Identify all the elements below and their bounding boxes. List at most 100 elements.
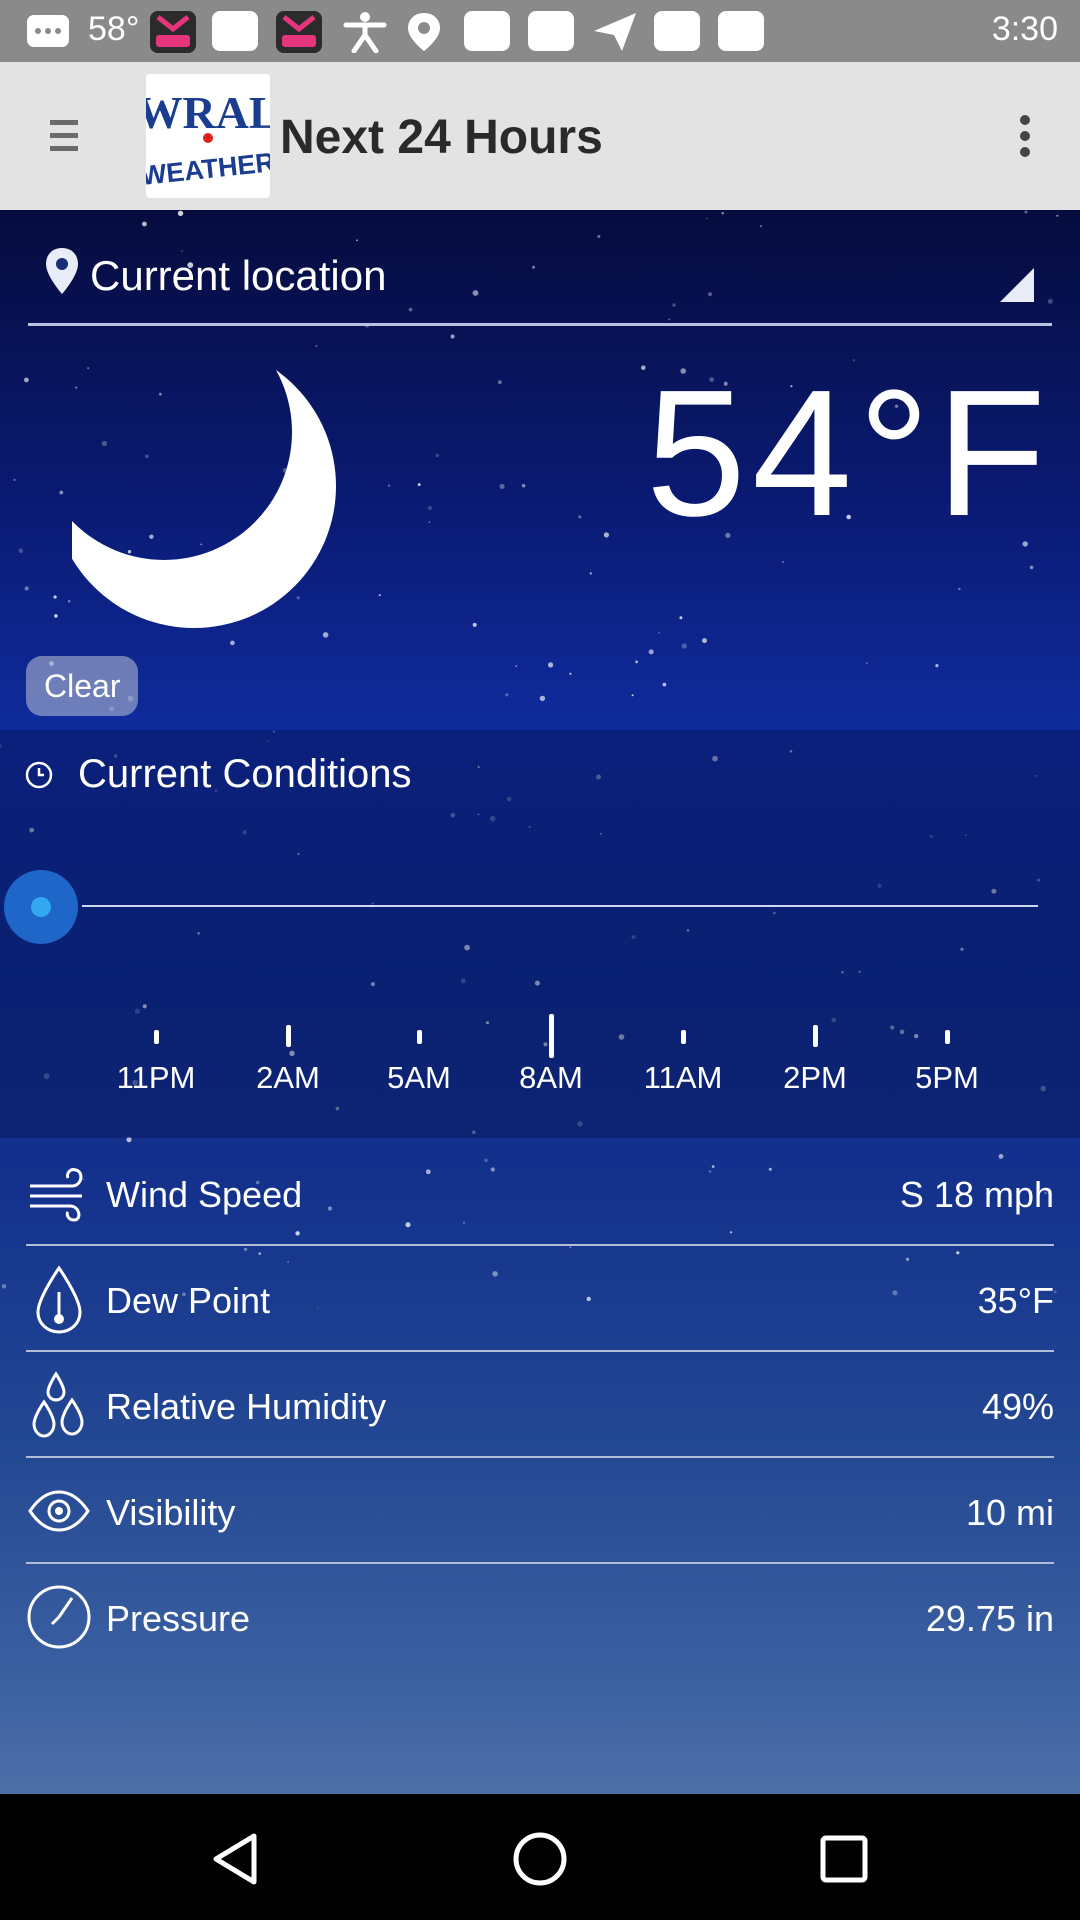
star <box>450 334 455 339</box>
star <box>958 587 961 591</box>
timeline-tick <box>813 1025 818 1047</box>
star <box>24 586 29 591</box>
star <box>417 483 421 487</box>
menu-button[interactable] <box>30 106 100 166</box>
notification-icon <box>26 14 70 48</box>
more-vert-icon <box>1020 115 1030 157</box>
wind-speed-value: S 18 mph <box>899 1174 1054 1215</box>
star <box>1056 214 1059 217</box>
back-button[interactable] <box>202 1824 272 1894</box>
star <box>521 484 526 488</box>
timeline-label[interactable]: 2AM <box>228 1060 348 1096</box>
star <box>13 478 16 481</box>
star <box>435 453 439 458</box>
timeline-tick <box>286 1025 291 1047</box>
star <box>597 235 601 238</box>
humidity-label: Relative Humidity <box>106 1386 387 1427</box>
dew-point-label: Dew Point <box>106 1280 271 1321</box>
humidity-value: 49% <box>981 1386 1054 1427</box>
star <box>497 380 502 385</box>
system-nav-bar <box>0 1794 1080 1920</box>
star <box>59 490 64 495</box>
pop-icon <box>276 11 322 53</box>
star <box>658 631 660 634</box>
notification-icon <box>718 11 764 51</box>
star <box>589 572 592 575</box>
timeline-track <box>82 905 1038 907</box>
hamburger-icon <box>50 120 78 151</box>
status-bar: 58° 3:30 <box>0 0 1080 62</box>
weather-main: Current location 54°F Clear Current Cond… <box>0 210 1080 1794</box>
star <box>1 1284 7 1289</box>
dew-point-icon <box>36 1265 82 1334</box>
star <box>648 649 654 655</box>
star <box>24 377 29 383</box>
back-icon <box>213 1833 257 1885</box>
wind-speed-label: Wind Speed <box>106 1174 303 1215</box>
timeline-tick <box>417 1030 422 1044</box>
dew-point-value: 35°F <box>977 1280 1054 1321</box>
current-temperature: 54°F <box>645 353 1052 554</box>
timeline-slider-thumb[interactable] <box>4 870 78 944</box>
timeline-label[interactable]: 11AM <box>623 1060 743 1096</box>
star <box>679 616 683 620</box>
star <box>54 614 58 618</box>
current-conditions-panel: Current Conditions 11PM 2AM 5AM 8AM 11AM… <box>0 730 1080 1138</box>
visibility-label: Visibility <box>106 1492 236 1533</box>
star <box>539 695 546 702</box>
star <box>499 484 505 489</box>
current-conditions-title: Current Conditions <box>78 752 412 796</box>
dropdown-triangle-icon <box>1000 268 1034 302</box>
star <box>18 548 23 553</box>
timeline-label[interactable]: 2PM <box>755 1060 875 1096</box>
star <box>1053 1290 1057 1294</box>
overflow-menu-button[interactable] <box>1000 106 1050 166</box>
timeline-label[interactable]: 5AM <box>359 1060 479 1096</box>
pop-icon <box>150 11 196 53</box>
star <box>702 638 707 644</box>
humidity-row: Relative Humidity 49% <box>26 1352 1054 1458</box>
star <box>635 660 638 664</box>
recents-button[interactable] <box>809 1824 879 1894</box>
star <box>569 672 572 675</box>
star <box>428 521 431 523</box>
timeline-label[interactable]: 11PM <box>96 1060 216 1096</box>
timeline-label[interactable]: 8AM <box>491 1060 611 1096</box>
wral-weather-logo: WRAL WEATHER <box>146 74 270 198</box>
notification-icon <box>528 11 574 51</box>
wind-icon <box>30 1168 83 1222</box>
star <box>1024 210 1028 214</box>
star <box>865 662 868 665</box>
star <box>67 599 71 603</box>
star <box>681 643 687 649</box>
condition-badge: Clear <box>26 656 139 716</box>
dew-point-row: Dew Point 35°F <box>26 1246 1054 1352</box>
star <box>53 595 57 599</box>
app-bar: WRAL WEATHER Next 24 Hours <box>0 62 1080 210</box>
star <box>472 622 477 627</box>
timeline-label[interactable]: 5PM <box>887 1060 1007 1096</box>
star <box>505 693 509 697</box>
status-time: 3:30 <box>991 10 1058 48</box>
home-button[interactable] <box>505 1824 575 1894</box>
star <box>177 210 184 216</box>
location-selector[interactable]: Current location <box>28 240 1052 326</box>
star <box>603 532 610 538</box>
location-icon <box>404 11 444 53</box>
timeline-tick <box>549 1014 554 1058</box>
pressure-row: Pressure 29.75 in <box>26 1564 1054 1670</box>
pressure-label: Pressure <box>106 1598 251 1639</box>
star <box>515 665 518 667</box>
notification-icon <box>464 11 510 51</box>
accessibility-icon <box>342 11 388 54</box>
visibility-row: Visibility 10 mi <box>26 1458 1054 1564</box>
star <box>230 640 235 646</box>
page-title: Next 24 Hours <box>280 111 603 164</box>
pressure-gauge-icon <box>27 1585 91 1649</box>
notification-icon <box>654 11 700 51</box>
logo-line1: WRAL <box>146 87 270 138</box>
star <box>378 594 381 597</box>
star <box>548 662 554 668</box>
star <box>782 561 784 563</box>
send-icon <box>592 11 638 53</box>
